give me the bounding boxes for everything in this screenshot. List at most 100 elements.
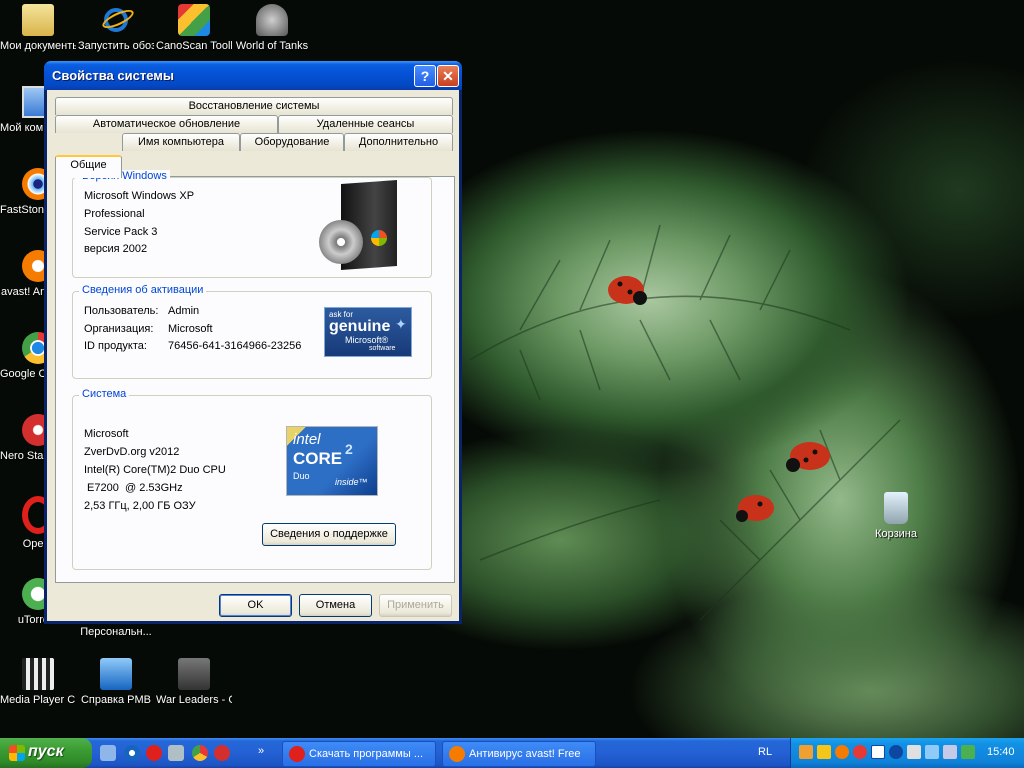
tab-remote-sessions[interactable]: Удаленные сеансы [278,115,453,133]
tab-automatic-updates[interactable]: Автоматическое обновление [55,115,278,133]
start-label: пуск [28,743,64,760]
tab-hardware[interactable]: Оборудование [240,133,344,151]
desktop-icon-internet-explorer[interactable]: Запустить обозреватель [78,4,154,53]
avast-tray-icon[interactable] [835,745,849,759]
taskbar-item-label: Скачать программы ... [309,748,424,760]
language-indicator[interactable]: RL [758,746,772,758]
activation-group: Сведения об активации Пользователь: Admi… [72,284,432,379]
tray-icon-circle[interactable] [889,745,903,759]
os-name: Microsoft Windows XP [84,190,195,202]
chrome-quicklaunch-icon[interactable] [192,745,208,761]
windows-xp-box-logo [319,180,409,272]
avast-task-icon [449,746,465,762]
windows-flag-icon [9,745,25,761]
system-title: Система [79,388,130,400]
system-properties-window: Свойства системы ? ✕ Восстановление сист… [44,61,462,624]
chevron-right-icon[interactable]: » [258,745,264,757]
network-icon[interactable] [925,745,939,759]
inside-text: inside™ [335,477,368,487]
dialog-client-area: Восстановление системы Автоматическое об… [47,90,459,621]
intel-text: intel [293,431,321,448]
ok-button[interactable]: OK [219,594,292,617]
duo-text: Duo [293,471,310,481]
canoscan-icon [178,4,210,36]
organization-label: Организация: [84,323,154,335]
world-of-tanks-icon [256,4,288,36]
show-desktop-icon[interactable] [100,745,116,761]
intel-core2-duo-logo: intel CORE 2 Duo inside™ [286,426,378,496]
internet-explorer-icon [100,4,136,36]
badge-genuine: genuine [329,318,391,335]
tab-system-restore[interactable]: Восстановление системы [55,97,453,115]
taskbar-item-avast[interactable]: Антивирус avast! Free [442,741,596,767]
desktop-icon-my-documents[interactable]: Мои документы [0,4,76,53]
desktop-icon-media-player-classic[interactable]: Media Player Classic [0,658,76,707]
desktop-icon-recycle-bin[interactable]: Корзина [858,492,934,541]
clock[interactable]: 15:40 [987,746,1015,758]
cpu-speed-ram: 2,53 ГГц, 2,00 ГБ ОЗУ [84,500,196,512]
windows-version-group: Версия Windows Microsoft Windows XP Prof… [72,170,432,278]
tab-general[interactable]: Общие [55,155,122,178]
user-label: Пользователь: [84,305,159,317]
apply-button[interactable]: Применить [379,594,452,617]
help-book-icon [100,658,132,690]
tray-icon-window[interactable] [907,745,921,759]
nero-quicklaunch-icon[interactable] [214,745,230,761]
badge-microsoft: Microsoft® [345,335,389,345]
desktop-icon-world-of-tanks[interactable]: World of Tanks [234,4,310,53]
tray-icon-ccc[interactable] [871,745,885,759]
tab-page-general: Версия Windows Microsoft Windows XP Prof… [55,170,455,583]
media-player-icon[interactable] [124,745,140,761]
window-title: Свойства системы [52,68,174,83]
star-icon: ✦ [395,316,407,332]
tab-computer-name[interactable]: Имя компьютера [122,133,240,151]
war-leaders-icon [178,658,210,690]
organization-value: Microsoft [168,323,213,335]
system-build: ZverDvD.org v2012 [84,446,180,458]
core-text: CORE [293,449,343,468]
cpu-model: E7200 @ 2.53GHz [84,482,183,494]
tab-advanced[interactable]: Дополнительно [344,133,453,151]
volume-icon[interactable] [943,745,957,759]
shield-icon[interactable] [817,745,831,759]
os-version: версия 2002 [84,243,148,255]
taskbar-item-download[interactable]: Скачать программы ... [282,741,436,767]
system-group: Система Microsoft ZverDvD.org v2012 Inte… [72,388,432,570]
film-clapper-icon [22,658,54,690]
ladybug-1 [608,276,647,305]
cpu-name: Intel(R) Core(TM)2 Duo CPU [84,464,226,476]
os-service-pack: Service Pack 3 [84,226,158,238]
os-edition: Professional [84,208,145,220]
product-id-label: ID продукта: [84,340,147,352]
system-manufacturer: Microsoft [84,428,129,440]
ladybug-2 [786,442,830,472]
user-value: Admin [168,305,200,317]
product-id-value: 76456-641-3164966-23256 [168,340,302,352]
taskbar-item-label: Антивирус avast! Free [469,748,581,760]
recycle-quicklaunch-icon[interactable] [168,745,184,761]
desktop-icon-personal[interactable]: Персональн... [78,626,154,639]
desktop-icon-pmb-help[interactable]: Справка PMB [78,658,154,707]
recycle-bin-icon [884,492,908,524]
badge-software: software [369,345,396,352]
tray-icon-1[interactable] [799,745,813,759]
support-info-button[interactable]: Сведения о поддержке [262,523,396,546]
system-tray: 15:40 [790,738,1024,768]
taskbar: пуск » Скачать программы ... Антивирус a… [0,738,1024,768]
opera-quicklaunch-icon[interactable] [146,745,162,761]
ladybug-3 [736,495,774,522]
close-button[interactable]: ✕ [437,65,459,87]
help-button[interactable]: ? [414,65,436,87]
opera-task-icon [289,746,305,762]
tray-icon-red[interactable] [853,745,867,759]
genuine-microsoft-badge: ask for genuine Microsoft® software ✦ [324,307,412,357]
activation-title: Сведения об активации [79,284,207,296]
desktop-icon-war-leaders[interactable]: War Leaders - Clash of Na... [156,658,232,707]
start-button[interactable]: пуск [0,738,92,768]
cancel-button[interactable]: Отмена [299,594,372,617]
tray-icon-green[interactable] [961,745,975,759]
desktop-icon-canoscan[interactable]: CanoScan Toolbox 4.9 [156,4,232,53]
core-number: 2 [345,441,353,457]
folder-icon [22,4,54,36]
title-bar[interactable]: Свойства системы ? ✕ [44,61,462,90]
